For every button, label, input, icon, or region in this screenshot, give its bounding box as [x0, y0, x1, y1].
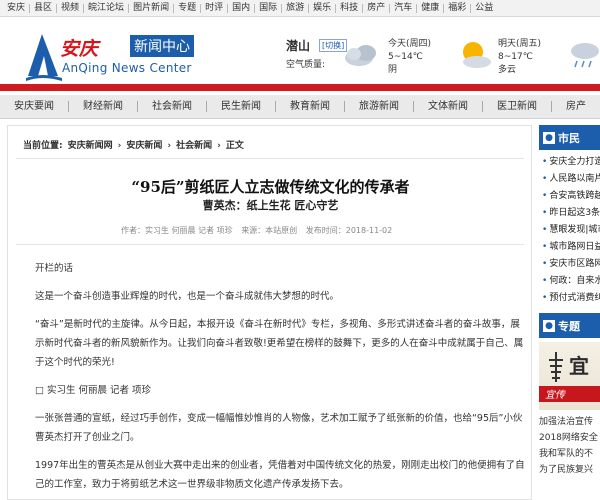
top-nav-item[interactable]: 安庆: [3, 0, 29, 16]
breadcrumb-separator: ›: [167, 141, 172, 151]
article-paragraph: 这是一个奋斗创造事业辉煌的时代，也是一个奋斗成就伟大梦想的时代。: [35, 291, 340, 302]
article-subtitle: 曹英杰：纸上生花 匠心守艺: [202, 199, 339, 212]
weather-tomorrow-desc: 多云: [498, 65, 517, 75]
top-nav-item[interactable]: 国际: [255, 0, 281, 16]
main-nav-item[interactable]: 房产: [552, 95, 600, 118]
breadcrumb-divider: [16, 158, 524, 159]
top-nav-item[interactable]: 时评: [201, 0, 227, 16]
top-nav-item[interactable]: 图片新闻: [129, 0, 173, 16]
breadcrumb-item[interactable]: 安庆新闻网: [68, 141, 113, 151]
rain-weather-icon: [571, 43, 599, 68]
top-nav-item[interactable]: 房产: [363, 0, 389, 16]
top-nav-item[interactable]: 科技: [336, 0, 362, 16]
breadcrumb-item[interactable]: 安庆新闻: [126, 141, 162, 151]
top-nav-item[interactable]: 皖江论坛: [84, 0, 128, 16]
right-sidebar: ● 市民 安庆全力打造人民路以南片合安高铁跨越昨日起这3条慧眼发现|城市城市路网…: [539, 125, 600, 500]
topic-banner-char: 宜: [569, 354, 589, 378]
top-nav-item[interactable]: 专题: [174, 0, 200, 16]
article-paragraph: 1997年出生的曹英杰是从创业大赛中走出来的创业者，凭借着对中国传统文化的热爱，…: [35, 460, 525, 490]
article-date: 发布时间：2018-11-02: [305, 226, 393, 235]
weather-tomorrow-label: 明天(周五): [498, 39, 542, 49]
main-nav-item[interactable]: 安庆要闻: [0, 95, 68, 118]
sidebar-news-link[interactable]: 昨日起这3条: [539, 205, 600, 222]
article-panel: 当前位置: 安庆新闻网 › 安庆新闻 › 社会新闻 › 正文 “95后”剪纸匠人立志做传统文化…: [7, 125, 532, 500]
weather-today-temp: 5~14℃: [388, 52, 423, 62]
meta-divider: [16, 244, 524, 245]
breadcrumb-separator: ›: [217, 141, 221, 151]
weather-tomorrow: 明天(周五) 8~17℃ 多云: [498, 38, 541, 77]
topic-link-list: 加强法治宣传 2018网络安全 我和军队的不 为了民族复兴: [539, 410, 600, 478]
partly-cloudy-icon: [463, 42, 491, 68]
site-logo[interactable]: 安庆 新闻中心 AnQing News Center: [22, 32, 197, 84]
main-nav-item[interactable]: 财经新闻: [69, 95, 137, 118]
cloudy-weather-icon: [345, 45, 376, 66]
sidebar-news-link[interactable]: 人民路以南片: [539, 171, 600, 188]
topic-section-title: 专题: [558, 319, 580, 333]
topic-link[interactable]: 加强法治宣传: [539, 414, 600, 430]
site-header: 安庆 新闻中心 AnQing News Center 潜山 [切换] 空气质量:…: [0, 17, 600, 85]
top-nav-item[interactable]: 汽车: [390, 0, 416, 16]
sidebar-news-link[interactable]: 城市路网日益: [539, 239, 600, 256]
topic-banner-stripe: 宜传: [539, 386, 600, 402]
article-body: 开栏的话 这是一个奋斗创造事业辉煌的时代，也是一个奋斗成就伟大梦想的时代。 “奋…: [35, 259, 527, 499]
article-author: 作者：实习生 何丽晨 记者 项珍: [121, 226, 233, 235]
weather-tomorrow-temp: 8~17℃: [498, 52, 533, 62]
topic-link[interactable]: 为了民族复兴: [539, 462, 600, 478]
top-nav-item[interactable]: 县区: [30, 0, 56, 16]
main-nav-item[interactable]: 教育新闻: [276, 95, 344, 118]
sidebar-news-link[interactable]: 安庆市区路网: [539, 256, 600, 273]
article-paragraph: “奋斗”是新时代的主旋律。从今日起，本报开设《奋斗在新时代》专栏，多视角、多形式…: [35, 319, 524, 368]
top-nav-item[interactable]: 国内: [228, 0, 254, 16]
article-source: 来源：本站原创: [241, 226, 298, 235]
sidebar-news-link[interactable]: 合安高铁跨越: [539, 188, 600, 205]
top-nav-item[interactable]: 公益: [471, 0, 497, 16]
main-nav-item[interactable]: 医卫新闻: [483, 95, 551, 118]
article-paragraph: □ 实习生 何丽晨 记者 项珍: [35, 385, 152, 396]
breadcrumb-item[interactable]: 社会新闻: [176, 141, 212, 151]
sidebar-news-link[interactable]: 安庆全力打造: [539, 154, 600, 171]
section-icon: ●: [543, 319, 555, 332]
breadcrumb-separator: ›: [117, 141, 122, 151]
article-paragraph: 开栏的话: [35, 263, 74, 274]
pagoda-icon: [549, 352, 563, 382]
logo-news-center: 新闻中心: [130, 35, 194, 57]
citizen-section-title: 市民: [558, 131, 580, 145]
article-title: “95后”剪纸匠人立志做传统文化的传承者: [131, 178, 410, 196]
weather-today-desc: 阴: [388, 65, 398, 75]
weather-today-label: 今天(周四): [388, 39, 432, 49]
top-nav-item[interactable]: 健康: [417, 0, 443, 16]
breadcrumb-item: 正文: [225, 141, 244, 151]
top-nav-item[interactable]: 福彩: [444, 0, 470, 16]
header-red-bar: [0, 84, 600, 91]
sidebar-news-link[interactable]: 慧眼发现|城市: [539, 222, 600, 239]
sail-logo-icon: [26, 34, 62, 81]
top-nav-item[interactable]: 娱乐: [309, 0, 335, 16]
topic-section-header: ● 专题: [539, 313, 600, 338]
weather-city: 潜山: [286, 39, 311, 53]
top-nav: 安庆 县区 视频 皖江论坛 图片新闻 专题 时评 国内 国际 旅游 娱乐 科技 房产 汽车 健康 福彩 公益: [0, 0, 600, 17]
air-quality-label: 空气质量:: [286, 60, 326, 70]
main-nav: 安庆要闻 财经新闻 社会新闻 民生新闻 教育新闻 旅游新闻 文体新闻 医卫新闻 房产: [0, 95, 600, 119]
logo-english-name: AnQing News Center: [62, 61, 192, 75]
section-icon: ●: [543, 131, 555, 144]
sidebar-news-link[interactable]: 预付式消费纠: [539, 290, 600, 307]
top-nav-item[interactable]: 旅游: [282, 0, 308, 16]
breadcrumb: 当前位置: 安庆新闻网 › 安庆新闻 › 社会新闻 › 正文: [23, 138, 249, 151]
main-nav-item[interactable]: 社会新闻: [138, 95, 206, 118]
breadcrumb-item: 当前位置:: [23, 141, 63, 151]
sidebar-news-link[interactable]: 何政：自来水: [539, 273, 600, 290]
citizen-news-list: 安庆全力打造人民路以南片合安高铁跨越昨日起这3条慧眼发现|城市城市路网日益安庆市…: [539, 150, 600, 307]
main-nav-item[interactable]: 文体新闻: [414, 95, 482, 118]
citizen-section-header: ● 市民: [539, 125, 600, 150]
topic-link[interactable]: 2018网络安全: [539, 430, 600, 446]
topic-banner-image[interactable]: 宜 宜传: [539, 342, 600, 410]
logo-chinese-name: 安庆: [60, 38, 99, 60]
article-paragraph: 一张张普通的宣纸，经过巧手创作，变成一幅幅惟妙惟肖的人物像，艺术加工赋予了纸张新…: [35, 413, 523, 443]
topic-link[interactable]: 我和军队的不: [539, 446, 600, 462]
main-nav-item[interactable]: 旅游新闻: [345, 95, 413, 118]
main-nav-item[interactable]: 民生新闻: [207, 95, 275, 118]
top-nav-item[interactable]: 视频: [57, 0, 83, 16]
weather-today: 今天(周四) 5~14℃ 阴: [388, 38, 431, 77]
article-meta: 作者：实习生 何丽晨 记者 项珍 来源：本站原创 发布时间：2018-11-02: [121, 225, 398, 236]
